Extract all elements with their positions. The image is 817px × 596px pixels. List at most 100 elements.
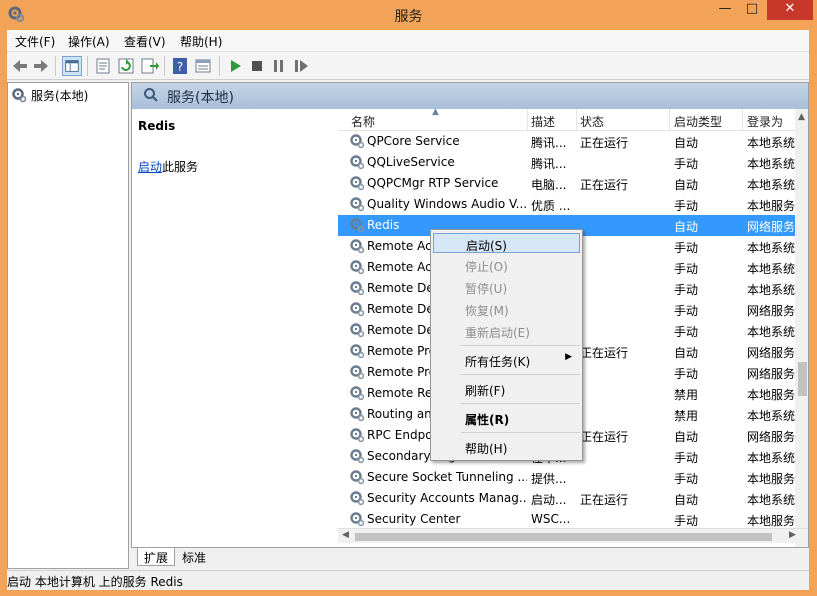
properties-icon[interactable] (93, 56, 113, 76)
export-list-icon[interactable] (139, 56, 159, 76)
window-client: 文件(F) 操作(A) 查看(V) 帮助(H) ? 服务(本地) 服务(本地) … (7, 30, 809, 590)
scroll-left-icon[interactable]: ◀ (342, 530, 349, 540)
service-name: Security Accounts Manag... (367, 491, 527, 505)
service-row[interactable]: Security Center WSC... 手动 本地服务 (338, 509, 795, 530)
column-divider[interactable] (527, 109, 528, 131)
back-icon[interactable] (10, 56, 30, 76)
service-startup-type: 自动 (674, 346, 699, 360)
column-divider[interactable] (742, 109, 743, 131)
restart-icon[interactable] (291, 56, 311, 76)
column-status[interactable]: 状态 (580, 113, 604, 130)
menu-action[interactable]: 操作(A) (68, 33, 110, 50)
ctx-refresh[interactable]: 刷新(F) (433, 379, 580, 399)
refresh-icon[interactable] (116, 56, 136, 76)
close-button[interactable]: ✕ (767, 0, 813, 20)
service-gear-icon (350, 134, 365, 149)
show-console-tree-icon[interactable] (62, 56, 82, 76)
start-service-link[interactable]: 启动 (138, 160, 162, 174)
service-description: 启动... (531, 493, 567, 507)
service-row[interactable]: QPCore Service 腾讯... 正在运行 自动 本地系统 (338, 131, 795, 152)
service-log-on-as: 本地系统 (747, 283, 795, 297)
horizontal-scrollbar[interactable]: ◀ ▶ (338, 528, 808, 543)
service-gear-icon (350, 323, 365, 338)
service-row[interactable]: QQPCMgr RTP Service 电脑... 正在运行 自动 本地系统 (338, 173, 795, 194)
menu-file[interactable]: 文件(F) (15, 33, 55, 50)
service-row[interactable]: QQLiveService 腾讯... 手动 本地系统 (338, 152, 795, 173)
ctx-properties[interactable]: 属性(R) (433, 408, 580, 428)
tab-standard[interactable]: 标准 (176, 548, 212, 566)
service-gear-icon (350, 176, 365, 191)
maximize-button[interactable]: □ (740, 0, 764, 20)
menu-view[interactable]: 查看(V) (124, 33, 166, 50)
service-gear-icon (350, 470, 365, 485)
scroll-right-icon[interactable]: ▶ (789, 530, 796, 540)
pause-icon[interactable] (269, 56, 289, 76)
column-startup-type[interactable]: 启动类型 (674, 113, 722, 130)
service-startup-type: 手动 (674, 241, 699, 255)
ctx-all-tasks[interactable]: 所有任务(K) ▶ (433, 350, 580, 370)
service-log-on-as: 本地系统 (747, 451, 795, 465)
tree-item-services-local[interactable]: 服务(本地) (11, 86, 88, 104)
ctx-pause-label: 暂停(U) (465, 282, 508, 296)
ctx-all-tasks-label: 所有任务(K) (465, 355, 531, 369)
service-startup-type: 禁用 (674, 409, 699, 423)
service-name: Quality Windows Audio V... (367, 197, 527, 211)
service-gear-icon (350, 197, 365, 212)
selected-service-name: Redis (138, 119, 176, 133)
service-row[interactable]: Security Accounts Manag... 启动... 正在运行 自动 本地系… (338, 488, 795, 509)
service-description: 优质 ... (531, 199, 571, 213)
service-log-on-as: 本地系统 (747, 136, 795, 150)
service-log-on-as: 网络服务 (747, 430, 795, 444)
service-startup-type: 自动 (674, 493, 699, 507)
vertical-scrollbar[interactable]: ▲ ▼ (795, 109, 808, 547)
toolbar-separator (87, 56, 88, 76)
service-name: QPCore Service (367, 134, 460, 148)
horizontal-scroll-thumb[interactable] (355, 533, 772, 541)
column-log-on-as[interactable]: 登录为 (747, 113, 783, 130)
title-bar[interactable]: 服务 — □ ✕ (0, 0, 817, 30)
service-startup-type: 手动 (674, 451, 699, 465)
service-status: 正在运行 (580, 136, 629, 150)
status-bar: 启动 本地计算机 上的服务 Redis (7, 570, 809, 590)
minimize-button[interactable]: — (714, 0, 736, 20)
window-title: 服务 (394, 9, 423, 25)
vertical-scroll-thumb[interactable] (798, 362, 807, 396)
service-status: 正在运行 (580, 346, 629, 360)
column-description[interactable]: 描述 (531, 113, 555, 130)
service-row[interactable]: Quality Windows Audio V... 优质 ... 手动 本地服务 (338, 194, 795, 215)
service-startup-type: 手动 (674, 325, 699, 339)
service-startup-type: 手动 (674, 157, 699, 171)
service-startup-type: 手动 (674, 304, 699, 318)
toolbar-separator (164, 56, 165, 76)
service-gear-icon (350, 407, 365, 422)
column-divider[interactable] (669, 109, 670, 131)
service-status: 正在运行 (580, 178, 629, 192)
service-description: 腾讯... (531, 136, 567, 150)
service-description: 腾讯... (531, 157, 567, 171)
service-row[interactable]: Secure Socket Tunneling ... 提供... 手动 本地服务 (338, 467, 795, 488)
service-log-on-as: 网络服务 (747, 220, 795, 234)
start-service-suffix: 此服务 (162, 160, 199, 174)
services-gear-icon (12, 88, 27, 103)
tab-extended[interactable]: 扩展 (137, 548, 176, 566)
menu-help[interactable]: 帮助(H) (180, 33, 222, 50)
scroll-up-icon[interactable]: ▲ (798, 112, 805, 122)
column-divider[interactable] (576, 109, 577, 131)
forward-icon[interactable] (31, 56, 51, 76)
service-log-on-as: 网络服务 (747, 304, 795, 318)
service-status: 正在运行 (580, 493, 629, 507)
ctx-resume-label: 恢复(M) (465, 304, 509, 318)
status-text: 启动 本地计算机 上的服务 Redis (7, 575, 183, 589)
service-log-on-as: 本地服务 (747, 388, 795, 402)
column-name[interactable]: 名称 (351, 113, 375, 130)
help-icon[interactable]: ? (170, 56, 190, 76)
ctx-start[interactable]: 启动(S) (433, 233, 580, 253)
service-gear-icon (350, 428, 365, 443)
start-icon[interactable] (225, 56, 245, 76)
stop-icon[interactable] (247, 56, 267, 76)
description-panel: Redis 启动此服务 (132, 109, 337, 547)
menu-separator (461, 403, 580, 404)
menu-separator (461, 345, 580, 346)
ctx-help[interactable]: 帮助(H) (433, 437, 580, 457)
details-view-icon[interactable] (193, 56, 213, 76)
